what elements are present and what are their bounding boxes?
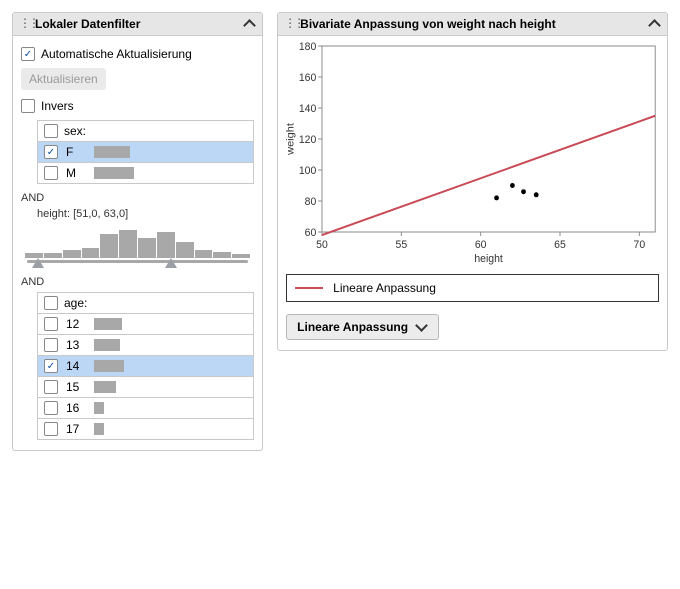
age-group: age: 12 13 14 15 16 17 (37, 292, 254, 440)
age-group-header[interactable]: age: (38, 293, 253, 314)
slider-handle-right[interactable] (165, 258, 177, 268)
sex-bar (94, 167, 134, 179)
age-value-label: 12 (66, 317, 86, 331)
sex-row-F[interactable]: F (38, 142, 253, 163)
age-checkbox-16[interactable] (44, 401, 58, 415)
and-label-2: AND (21, 276, 254, 288)
age-value-label: 17 (66, 422, 86, 436)
age-checkbox-13[interactable] (44, 338, 58, 352)
age-bar (94, 381, 116, 393)
filter-panel-body: Automatische Aktualisierung Aktualisiere… (13, 36, 262, 450)
filter-panel: Lokaler Datenfilter Automatische Aktuali… (12, 12, 263, 451)
update-button: Aktualisieren (21, 68, 106, 90)
svg-text:120: 120 (299, 134, 316, 146)
inverse-label: Invers (41, 99, 74, 113)
auto-update-checkbox[interactable] (21, 47, 35, 61)
age-row-15[interactable]: 15 (38, 377, 253, 398)
sex-checkbox-F[interactable] (44, 145, 58, 159)
legend-label: Lineare Anpassung (333, 281, 436, 295)
bivariate-panel: Bivariate Anpassung von weight nach heig… (277, 12, 668, 351)
inverse-row[interactable]: Invers (21, 96, 254, 116)
hist-bar (138, 238, 156, 258)
hist-bar (195, 250, 213, 258)
sex-group-header[interactable]: sex: (38, 121, 253, 142)
and-label-1: AND (21, 192, 254, 204)
fit-dropdown[interactable]: Lineare Anpassung (286, 314, 439, 340)
chevron-up-icon[interactable] (242, 17, 256, 31)
legend: Lineare Anpassung (286, 274, 659, 302)
sex-checkbox-M[interactable] (44, 166, 58, 180)
hist-bar (213, 252, 231, 258)
svg-text:60: 60 (305, 227, 317, 239)
hist-bar (44, 253, 62, 258)
age-value-label: 13 (66, 338, 86, 352)
svg-text:55: 55 (396, 239, 408, 251)
hist-bar (100, 234, 118, 258)
hist-bar (119, 230, 137, 258)
svg-text:80: 80 (305, 196, 317, 208)
age-checkbox-12[interactable] (44, 317, 58, 331)
age-checkbox-15[interactable] (44, 380, 58, 394)
legend-line-icon (295, 287, 323, 289)
hist-bar (232, 254, 250, 258)
age-value-label: 14 (66, 359, 86, 373)
age-bar (94, 339, 120, 351)
sex-group: sex: FM (37, 120, 254, 184)
filter-panel-title: Lokaler Datenfilter (35, 17, 236, 31)
auto-update-label: Automatische Aktualisierung (41, 47, 192, 61)
age-bar (94, 423, 104, 435)
sex-label: sex: (64, 124, 86, 138)
svg-text:65: 65 (554, 239, 566, 251)
age-row-17[interactable]: 17 (38, 419, 253, 439)
auto-update-row[interactable]: Automatische Aktualisierung (21, 44, 254, 64)
age-checkbox-17[interactable] (44, 422, 58, 436)
slider-track[interactable] (27, 260, 248, 263)
chevron-up-icon[interactable] (647, 17, 661, 31)
age-row-14[interactable]: 14 (38, 356, 253, 377)
drag-handle-icon[interactable] (284, 17, 294, 31)
svg-text:60: 60 (475, 239, 487, 251)
age-value-label: 15 (66, 380, 86, 394)
slider-handle-left[interactable] (32, 258, 44, 268)
drag-handle-icon[interactable] (19, 17, 29, 31)
age-header-checkbox[interactable] (44, 296, 58, 310)
hist-bar (157, 232, 175, 258)
age-bar (94, 360, 124, 372)
age-bar (94, 402, 104, 414)
fit-dropdown-label: Lineare Anpassung (297, 320, 408, 334)
filter-panel-header[interactable]: Lokaler Datenfilter (13, 13, 262, 36)
hist-bar (63, 250, 81, 258)
age-row-13[interactable]: 13 (38, 335, 253, 356)
bivariate-title: Bivariate Anpassung von weight nach heig… (300, 17, 641, 31)
svg-text:50: 50 (316, 239, 328, 251)
svg-text:height: height (475, 253, 504, 265)
age-row-12[interactable]: 12 (38, 314, 253, 335)
age-bar (94, 318, 122, 330)
age-row-16[interactable]: 16 (38, 398, 253, 419)
hist-bar (176, 242, 194, 258)
age-label: age: (64, 296, 87, 310)
sex-value-label: F (66, 145, 86, 159)
sex-value-label: M (66, 166, 86, 180)
svg-text:100: 100 (299, 165, 316, 177)
sex-row-M[interactable]: M (38, 163, 253, 183)
sex-header-checkbox[interactable] (44, 124, 58, 138)
svg-text:160: 160 (299, 72, 316, 84)
bivariate-panel-header[interactable]: Bivariate Anpassung von weight nach heig… (278, 13, 667, 36)
svg-text:70: 70 (634, 239, 646, 251)
height-histogram[interactable] (25, 224, 250, 268)
svg-text:180: 180 (299, 41, 316, 53)
inverse-checkbox[interactable] (21, 99, 35, 113)
hist-bar (82, 248, 100, 258)
svg-text:140: 140 (299, 103, 316, 115)
age-value-label: 16 (66, 401, 86, 415)
sex-bar (94, 146, 130, 158)
chevron-down-icon (414, 320, 428, 334)
svg-text:weight: weight (285, 123, 297, 156)
scatter-plot[interactable]: 60 80 100 120 140 160 180 50 55 60 65 70 height weigh… (282, 38, 663, 266)
height-label: height: [51,0, 63,0] (37, 208, 254, 220)
age-checkbox-14[interactable] (44, 359, 58, 373)
